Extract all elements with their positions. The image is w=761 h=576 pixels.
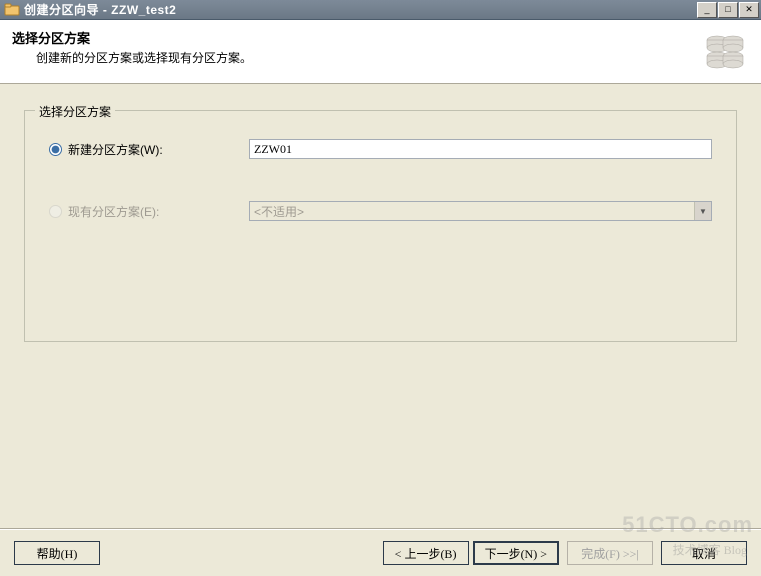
database-icon xyxy=(701,28,749,76)
chevron-down-icon: ▼ xyxy=(694,202,711,220)
groupbox-legend: 选择分区方案 xyxy=(35,103,115,120)
new-scheme-label: 新建分区方案(W): xyxy=(68,141,163,158)
help-button[interactable]: 帮助(H) xyxy=(14,541,100,565)
window-title: 创建分区向导 - ZZW_test2 xyxy=(24,1,696,18)
existing-scheme-combo: <不适用> ▼ xyxy=(249,201,712,221)
scheme-groupbox: 选择分区方案 新建分区方案(W): 现有分区方案(E): <不适用> ▼ xyxy=(24,110,737,342)
combo-value: <不适用> xyxy=(254,203,304,220)
new-scheme-row: 新建分区方案(W): xyxy=(49,139,712,159)
footer-separator xyxy=(0,528,761,530)
new-scheme-input[interactable] xyxy=(249,139,712,159)
cancel-button[interactable]: 取消 xyxy=(661,541,747,565)
wizard-header: 选择分区方案 创建新的分区方案或选择现有分区方案。 xyxy=(0,20,761,84)
existing-scheme-radio-wrap: 现有分区方案(E): xyxy=(49,203,249,220)
existing-scheme-radio xyxy=(49,205,62,218)
window-controls: _ □ ✕ xyxy=(696,2,759,18)
app-icon xyxy=(4,2,20,18)
existing-scheme-row: 现有分区方案(E): <不适用> ▼ xyxy=(49,201,712,221)
back-button[interactable]: < 上一步(B) xyxy=(383,541,469,565)
new-scheme-radio[interactable] xyxy=(49,143,62,156)
title-bar: 创建分区向导 - ZZW_test2 _ □ ✕ xyxy=(0,0,761,20)
wizard-window: 创建分区向导 - ZZW_test2 _ □ ✕ 选择分区方案 创建新的分区方案… xyxy=(0,0,761,576)
page-title: 选择分区方案 xyxy=(12,28,693,47)
finish-button: 完成(F) >>| xyxy=(567,541,653,565)
minimize-button[interactable]: _ xyxy=(697,2,717,18)
page-subtitle: 创建新的分区方案或选择现有分区方案。 xyxy=(36,49,693,66)
wizard-content: 选择分区方案 新建分区方案(W): 现有分区方案(E): <不适用> ▼ xyxy=(0,84,761,528)
next-button[interactable]: 下一步(N) > xyxy=(473,541,559,565)
wizard-footer: 帮助(H) < 上一步(B) 下一步(N) > 完成(F) >>| 取消 xyxy=(0,534,761,576)
close-button[interactable]: ✕ xyxy=(739,2,759,18)
new-scheme-radio-wrap[interactable]: 新建分区方案(W): xyxy=(49,141,249,158)
existing-scheme-label: 现有分区方案(E): xyxy=(68,203,159,220)
maximize-button[interactable]: □ xyxy=(718,2,738,18)
